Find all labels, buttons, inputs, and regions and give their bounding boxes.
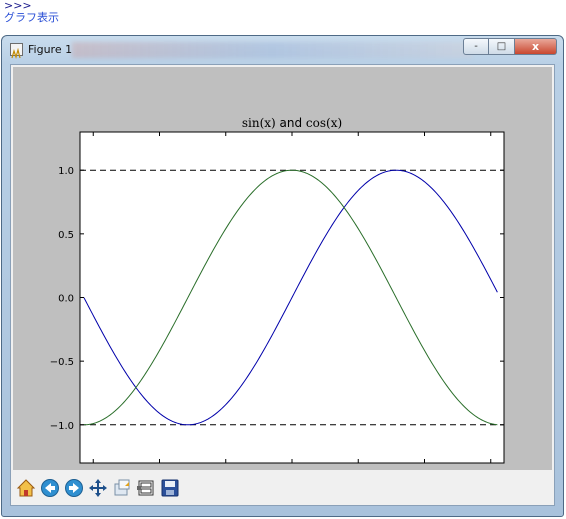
subplots-icon <box>137 480 154 496</box>
y-tick-label: −1.0 <box>50 421 74 432</box>
forward-icon <box>65 479 83 497</box>
y-tick-label: 0.5 <box>58 230 74 241</box>
pan-icon <box>89 479 107 497</box>
figure-canvas[interactable]: −3 −2 −1 0 1 2 3 1.0 0.5 0.0 −0.5 −1.0 sin(x) and co… <box>13 67 552 470</box>
y-tick-label: 1.0 <box>58 166 74 177</box>
home-icon <box>16 479 36 497</box>
save-button[interactable] <box>159 477 181 499</box>
navigation-toolbar <box>13 473 554 503</box>
x-tick-label: 0 <box>289 469 295 470</box>
window-controls: - □ x <box>463 38 557 56</box>
chart-title: sin(x) and cos(x) <box>242 116 342 130</box>
maximize-icon: □ <box>496 41 507 52</box>
chart-title-cos: cos(x) <box>306 116 342 130</box>
plot-svg: −3 −2 −1 0 1 2 3 1.0 0.5 0.0 −0.5 −1.0 sin(x) and co… <box>50 116 505 470</box>
zoom-button[interactable] <box>111 477 133 499</box>
y-tick-label: 0.0 <box>58 294 74 305</box>
pan-button[interactable] <box>87 477 109 499</box>
app-icon <box>10 43 23 60</box>
minimize-icon: - <box>474 41 478 52</box>
zoom-icon <box>114 479 130 496</box>
x-tick-label: −2 <box>152 469 167 470</box>
chart-title-sin: sin(x) <box>242 116 280 130</box>
figure-window: Figure 1 - □ x −3 −2 −1 0 1 2 3 1.0 0.5 0.0 −0.5 −1… <box>1 35 564 517</box>
x-tick-label: −3 <box>86 469 101 470</box>
subplots-button[interactable] <box>135 477 157 499</box>
window-title: Figure 1 <box>28 43 73 56</box>
maximize-button[interactable]: □ <box>489 38 515 55</box>
close-icon: x <box>531 40 540 53</box>
x-tick-label: −1 <box>218 469 233 470</box>
figure-client: −3 −2 −1 0 1 2 3 1.0 0.5 0.0 −0.5 −1.0 sin(x) and co… <box>10 64 555 506</box>
chart-title-and: and <box>280 116 306 130</box>
home-button[interactable] <box>15 477 37 499</box>
x-tick-label: 3 <box>488 469 494 470</box>
back-icon <box>41 479 59 497</box>
minimize-button[interactable]: - <box>463 38 489 55</box>
window-titlebar[interactable]: Figure 1 - □ x <box>2 36 563 64</box>
y-tick-label: −0.5 <box>50 357 74 368</box>
back-button[interactable] <box>39 477 61 499</box>
save-icon <box>161 479 179 497</box>
forward-button[interactable] <box>63 477 85 499</box>
console-output: >>> グラフ表示 <box>4 0 59 24</box>
x-tick-label: 2 <box>421 469 427 470</box>
close-button[interactable]: x <box>515 38 557 55</box>
console-label: グラフ表示 <box>4 11 59 24</box>
x-tick-label: 1 <box>355 469 361 470</box>
